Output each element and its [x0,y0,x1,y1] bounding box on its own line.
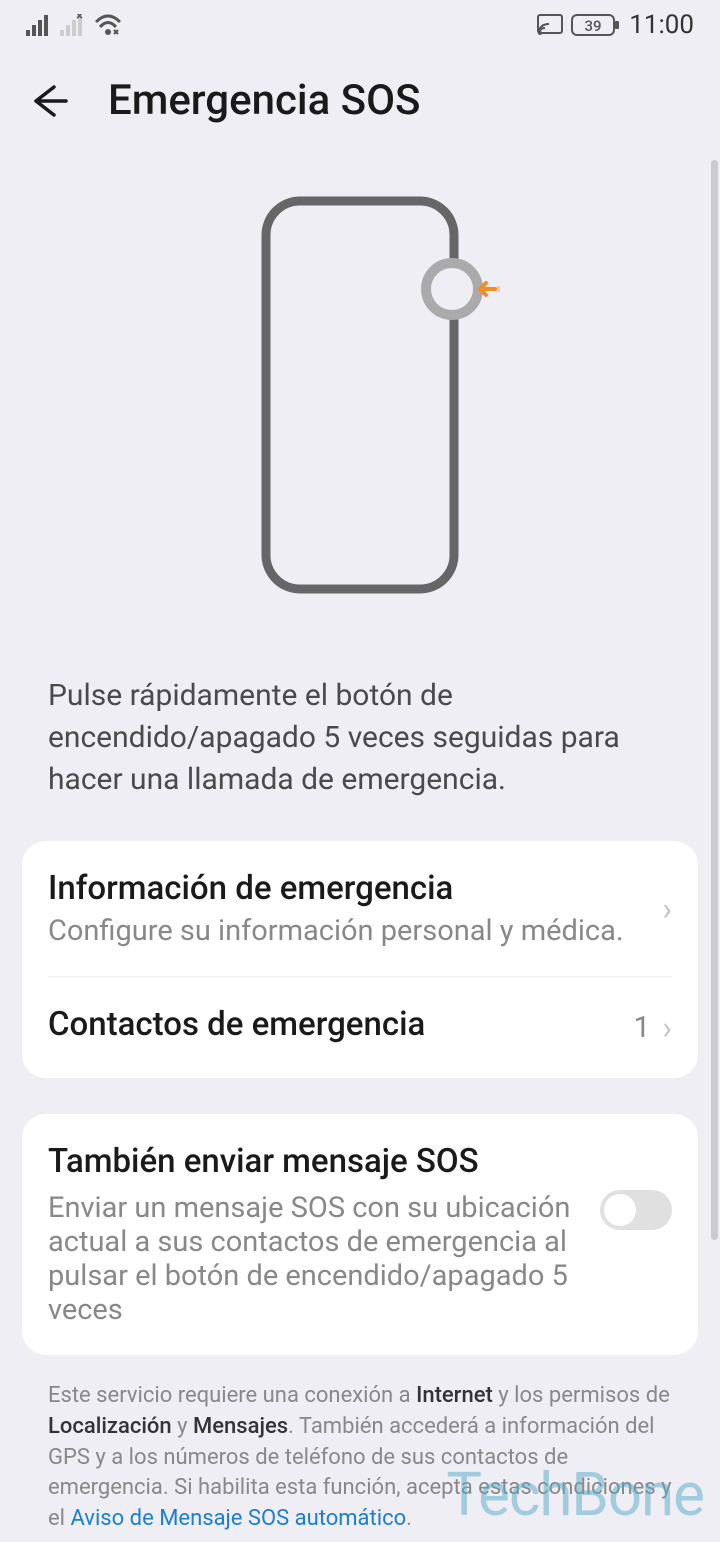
contacts-count: 1 [634,1010,651,1045]
svg-text:×: × [76,14,83,24]
battery-icon: 39 [571,13,621,37]
signal-bars-secondary-icon: × [60,14,86,36]
row-content: Contactos de emergencia [48,1005,634,1050]
back-arrow-icon[interactable] [26,79,70,123]
row-content: Información de emergencia Configure su i… [48,869,662,948]
wifi-icon [94,14,122,36]
instruction-illustration [0,145,720,675]
footer-bold-messages: Mensajes [193,1414,288,1439]
cast-icon [537,14,563,36]
svg-text:39: 39 [585,17,602,35]
emergency-info-row[interactable]: Información de emergencia Configure su i… [22,841,698,976]
status-right-icons: 39 11:00 [537,10,694,40]
chevron-right-icon: › [662,1009,672,1047]
status-bar: × 39 11:00 [0,0,720,46]
settings-card-1: Información de emergencia Configure su i… [22,841,698,1078]
footer-disclaimer: Este servicio requiere una conexión a In… [0,1355,720,1535]
header: Emergencia SOS [0,46,720,145]
row-title: Contactos de emergencia [48,1005,634,1044]
footer-text-segment: y los permisos de [493,1383,670,1408]
status-left-icons: × [26,14,122,36]
row-content: También enviar mensaje SOS Enviar un men… [48,1142,600,1327]
status-time: 11:00 [629,10,694,40]
emergency-contacts-row[interactable]: Contactos de emergencia 1 › [22,977,698,1078]
chevron-right-icon: › [662,890,672,928]
footer-text-segment: y [172,1414,193,1439]
sos-message-toggle[interactable] [600,1190,672,1230]
footer-bold-internet: Internet [416,1383,493,1408]
sos-message-row[interactable]: También enviar mensaje SOS Enviar un men… [22,1114,698,1355]
page-title: Emergencia SOS [108,76,420,125]
scrollbar[interactable] [711,160,718,1240]
toggle-handle [604,1194,636,1226]
settings-card-2: También enviar mensaje SOS Enviar un men… [22,1114,698,1355]
footer-text-segment: . [406,1506,412,1531]
instruction-text: Pulse rápidamente el botón de encendido/… [0,675,720,801]
row-subtitle: Configure su información personal y médi… [48,914,662,948]
phone-graphic-icon [220,195,500,595]
row-title: Información de emergencia [48,869,662,908]
row-right: › [662,890,672,928]
row-right: 1 › [634,1009,672,1047]
sos-notice-link[interactable]: Aviso de Mensaje SOS automático [70,1506,406,1531]
row-title: También enviar mensaje SOS [48,1142,580,1181]
footer-bold-location: Localización [48,1414,172,1439]
footer-text-segment: Este servicio requiere una conexión a [48,1383,416,1408]
row-subtitle: Enviar un mensaje SOS con su ubicación a… [48,1191,580,1327]
signal-bars-icon [26,14,52,36]
